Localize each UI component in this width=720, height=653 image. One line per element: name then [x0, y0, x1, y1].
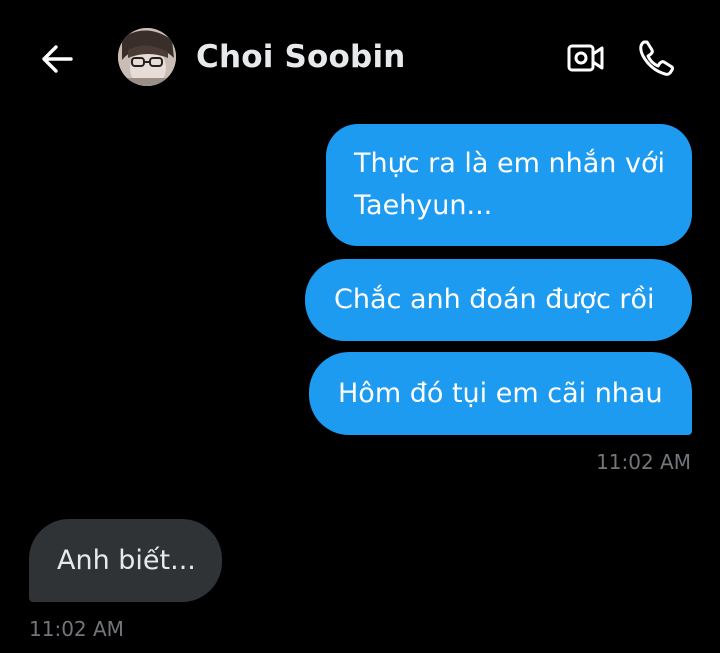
video-camera-icon — [567, 44, 604, 72]
voice-call-button[interactable] — [634, 36, 678, 80]
contact-name[interactable]: Choi Soobin — [196, 39, 406, 75]
sent-message-bubble[interactable]: Chắc anh đoán được rồi — [305, 259, 692, 341]
message-timestamp: 11:02 AM — [596, 450, 691, 474]
conversation-header: Choi Soobin — [0, 0, 720, 118]
dm-conversation-screen: Choi Soobin Thực ra là em nhắn với Taehy… — [0, 0, 720, 653]
avatar[interactable] — [118, 28, 176, 86]
phone-icon — [639, 40, 674, 76]
back-button[interactable] — [36, 38, 78, 80]
sent-message-bubble[interactable]: Hôm đó tụi em cãi nhau — [309, 352, 692, 435]
avatar-image — [118, 28, 176, 86]
sent-message-bubble[interactable]: Thực ra là em nhắn với Taehyun... — [326, 124, 692, 246]
arrow-left-icon — [42, 45, 73, 73]
video-call-button[interactable] — [565, 38, 607, 78]
received-message-bubble[interactable]: Anh biết... — [29, 519, 222, 602]
message-timestamp: 11:02 AM — [29, 617, 124, 641]
